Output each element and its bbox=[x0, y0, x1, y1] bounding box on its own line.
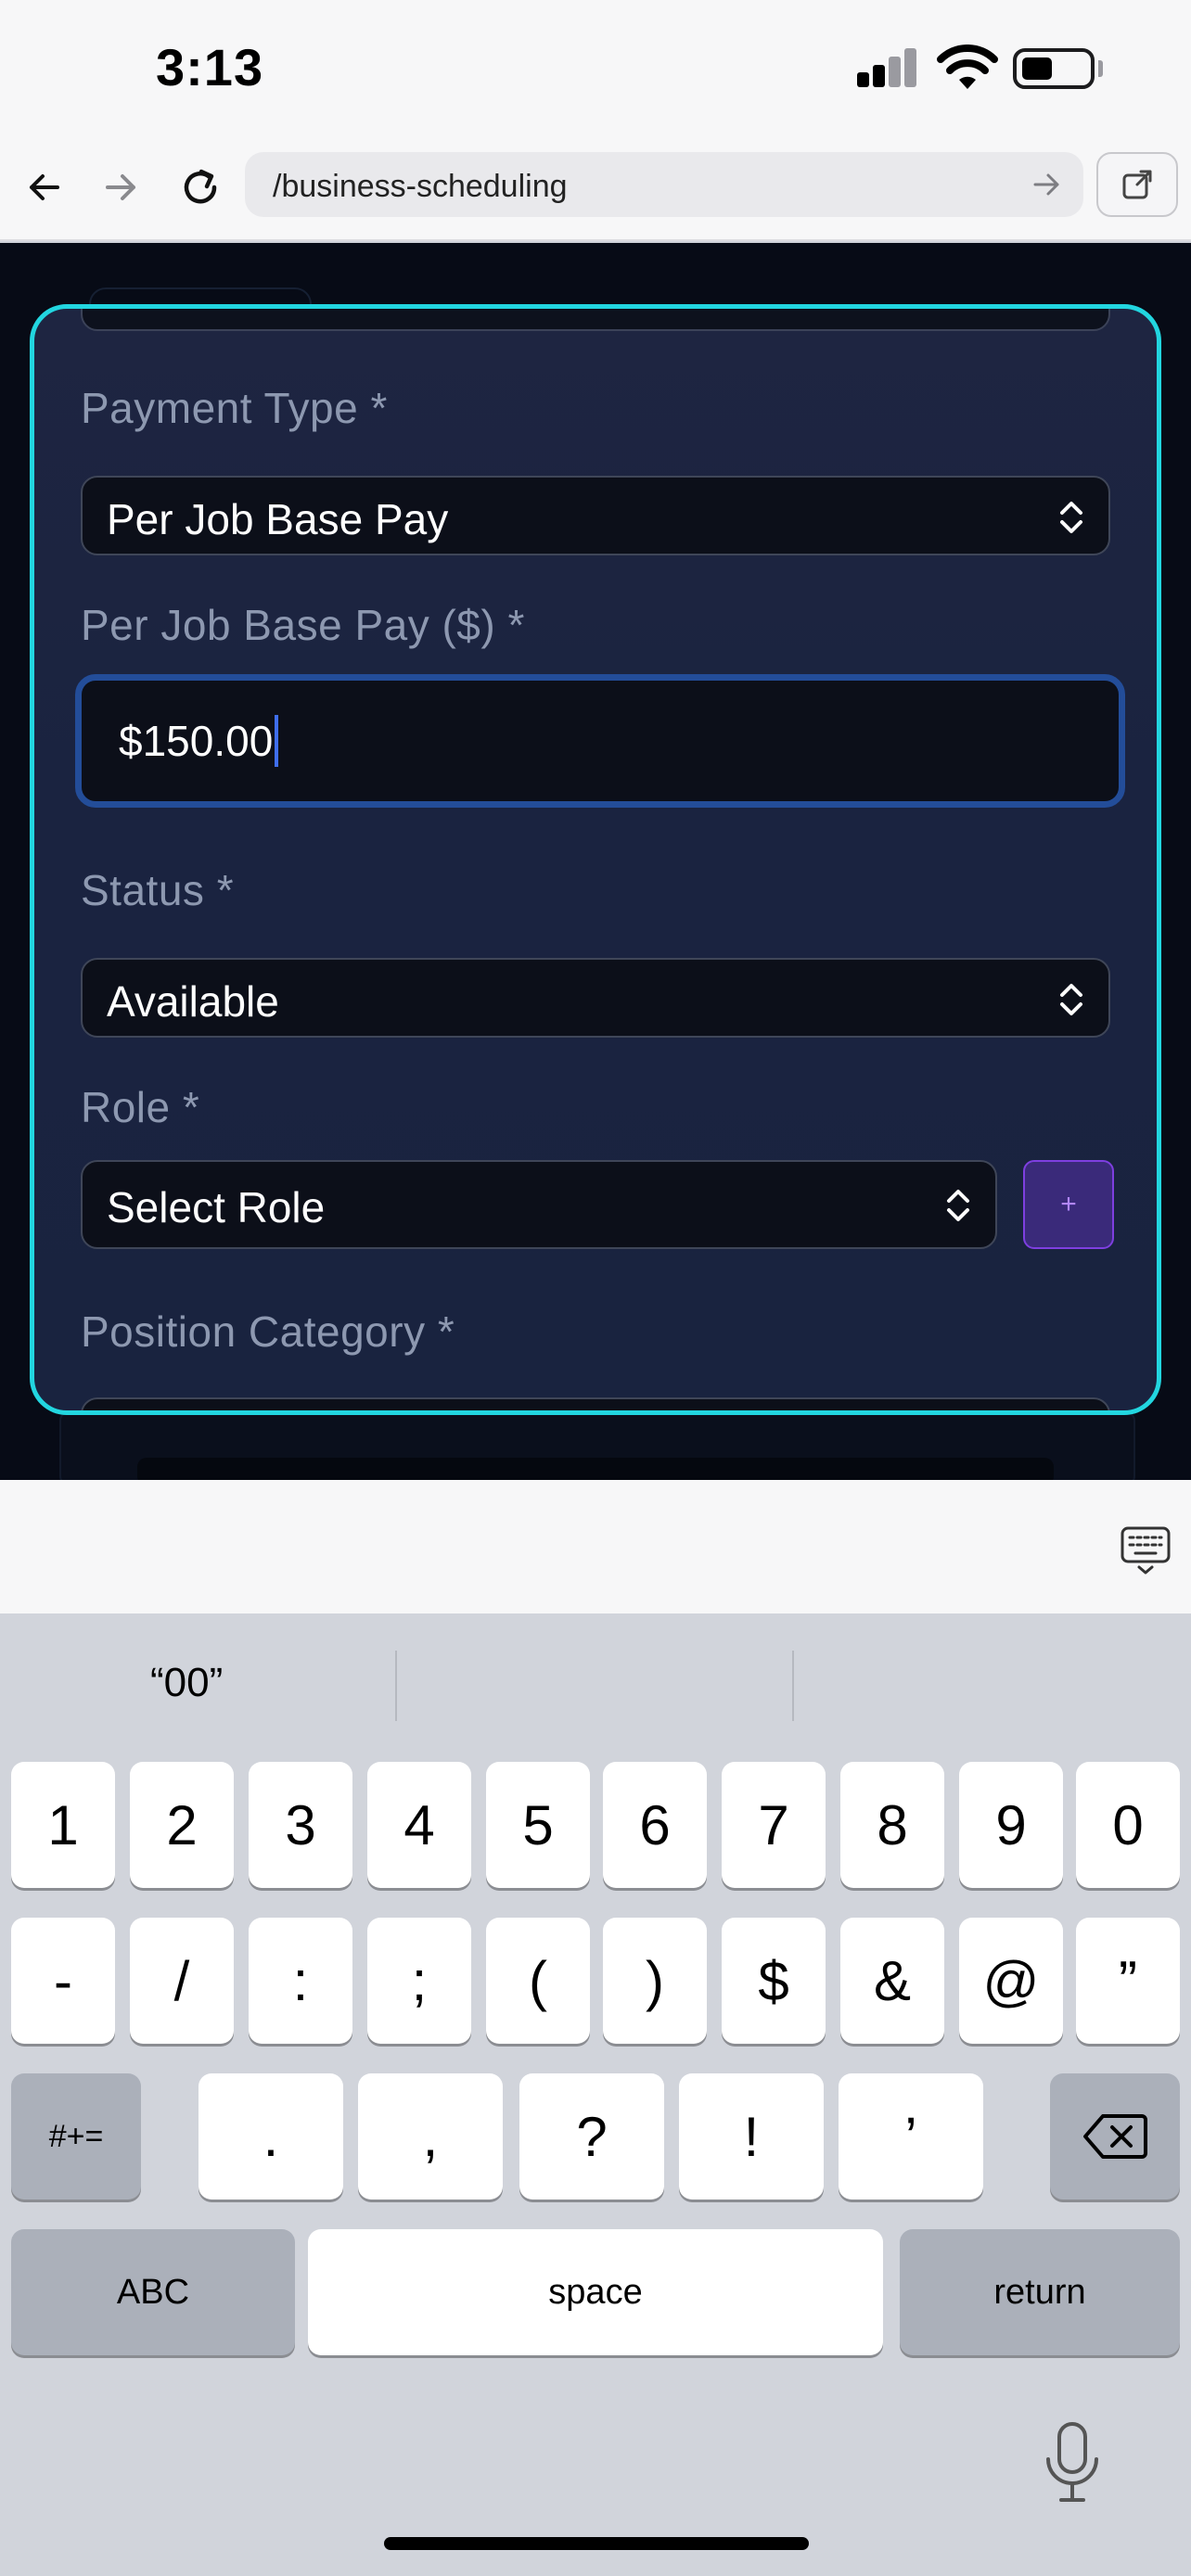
space-key[interactable]: space bbox=[308, 2229, 883, 2355]
reload-icon bbox=[184, 169, 217, 204]
keyboard-dismiss-icon[interactable] bbox=[1121, 1524, 1171, 1576]
payment-type-value: Per Job Base Pay bbox=[107, 495, 449, 543]
key-0[interactable]: 0 bbox=[1076, 1762, 1180, 1888]
key-2[interactable]: 2 bbox=[130, 1762, 234, 1888]
payment-type-select[interactable]: Per Job Base Pay bbox=[81, 476, 1110, 555]
key-8[interactable]: 8 bbox=[840, 1762, 944, 1888]
key-hyphen[interactable]: - bbox=[11, 1918, 115, 2044]
position-category-label: Position Category * bbox=[81, 1307, 455, 1356]
base-pay-value: $150.00 bbox=[119, 717, 274, 765]
key-more-symbols[interactable]: #+= bbox=[11, 2073, 141, 2200]
base-pay-input[interactable]: $150.00 bbox=[75, 674, 1125, 808]
payment-type-label: Payment Type * bbox=[81, 384, 388, 432]
base-pay-label: Per Job Base Pay ($) * bbox=[81, 601, 525, 649]
key-open-paren[interactable]: ( bbox=[486, 1918, 590, 2044]
wifi-icon bbox=[937, 45, 998, 89]
chevron-up-down-icon bbox=[1060, 984, 1082, 1015]
status-bar: 3:13 bbox=[0, 0, 1191, 139]
key-colon[interactable]: : bbox=[249, 1918, 352, 2044]
forward-button[interactable] bbox=[93, 159, 148, 215]
url-text: /business-scheduling bbox=[273, 169, 568, 204]
key-ampersand[interactable]: & bbox=[840, 1918, 944, 2044]
return-key[interactable]: return bbox=[900, 2229, 1180, 2355]
role-label: Role * bbox=[81, 1083, 200, 1131]
autocomplete-suggestion[interactable]: “00” bbox=[150, 1660, 223, 1706]
add-role-button[interactable]: + bbox=[1023, 1160, 1114, 1249]
key-4[interactable]: 4 bbox=[367, 1762, 471, 1888]
role-value: Select Role bbox=[107, 1183, 326, 1231]
key-5[interactable]: 5 bbox=[486, 1762, 590, 1888]
key-apostrophe[interactable]: ’ bbox=[839, 2073, 983, 2200]
go-arrow-icon[interactable] bbox=[1030, 167, 1065, 202]
status-select[interactable]: Available bbox=[81, 958, 1110, 1038]
abc-key[interactable]: ABC bbox=[11, 2229, 295, 2355]
battery-icon bbox=[1013, 48, 1095, 89]
scheduling-form-modal: Payment Type * Per Job Base Pay Per Job … bbox=[30, 304, 1161, 1415]
role-select[interactable]: Select Role bbox=[81, 1160, 997, 1249]
external-link-icon bbox=[1122, 170, 1152, 199]
home-indicator bbox=[384, 2537, 809, 2550]
text-caret bbox=[275, 714, 279, 767]
key-comma[interactable]: , bbox=[358, 2073, 503, 2200]
background-field bbox=[137, 1458, 1054, 1480]
status-label: Status * bbox=[81, 866, 235, 914]
chevron-up-down-icon bbox=[1060, 502, 1082, 533]
arrow-left-icon bbox=[30, 174, 59, 200]
key-3[interactable]: 3 bbox=[249, 1762, 352, 1888]
status-value: Available bbox=[107, 977, 279, 1026]
reload-button[interactable] bbox=[173, 159, 228, 215]
key-1[interactable]: 1 bbox=[11, 1762, 115, 1888]
status-time: 3:13 bbox=[156, 38, 264, 96]
numeric-keyboard: “00” 1 2 3 4 5 6 7 8 9 0 - / : ; ( ) $ &… bbox=[0, 1613, 1191, 2576]
browser-toolbar: /business-scheduling bbox=[0, 139, 1191, 241]
back-button[interactable] bbox=[17, 159, 72, 215]
key-semicolon[interactable]: ; bbox=[367, 1918, 471, 2044]
key-at[interactable]: @ bbox=[959, 1918, 1063, 2044]
key-question[interactable]: ? bbox=[519, 2073, 664, 2200]
key-quote[interactable]: ” bbox=[1076, 1918, 1180, 2044]
key-exclamation[interactable]: ! bbox=[679, 2073, 824, 2200]
cellular-signal-icon bbox=[857, 46, 918, 87]
app-content: Payment Type * Per Job Base Pay Per Job … bbox=[0, 243, 1191, 1480]
key-7[interactable]: 7 bbox=[722, 1762, 826, 1888]
arrow-right-icon bbox=[106, 174, 135, 200]
key-6[interactable]: 6 bbox=[603, 1762, 707, 1888]
key-close-paren[interactable]: ) bbox=[603, 1918, 707, 2044]
previous-field[interactable] bbox=[81, 309, 1110, 331]
battery-tip bbox=[1098, 60, 1103, 77]
suggestion-divider bbox=[395, 1651, 397, 1721]
keyboard-accessory-bar bbox=[0, 1480, 1191, 1613]
open-external-button[interactable] bbox=[1096, 152, 1178, 217]
backspace-icon bbox=[1083, 2114, 1147, 2159]
chevron-up-down-icon bbox=[947, 1190, 969, 1221]
delete-key[interactable] bbox=[1050, 2073, 1180, 2200]
suggestion-divider bbox=[792, 1651, 794, 1721]
position-category-select[interactable] bbox=[81, 1397, 1110, 1410]
key-9[interactable]: 9 bbox=[959, 1762, 1063, 1888]
address-bar[interactable]: /business-scheduling bbox=[245, 152, 1083, 217]
microphone-icon[interactable] bbox=[1043, 2420, 1102, 2504]
key-slash[interactable]: / bbox=[130, 1918, 234, 2044]
key-dollar[interactable]: $ bbox=[722, 1918, 826, 2044]
key-period[interactable]: . bbox=[198, 2073, 343, 2200]
